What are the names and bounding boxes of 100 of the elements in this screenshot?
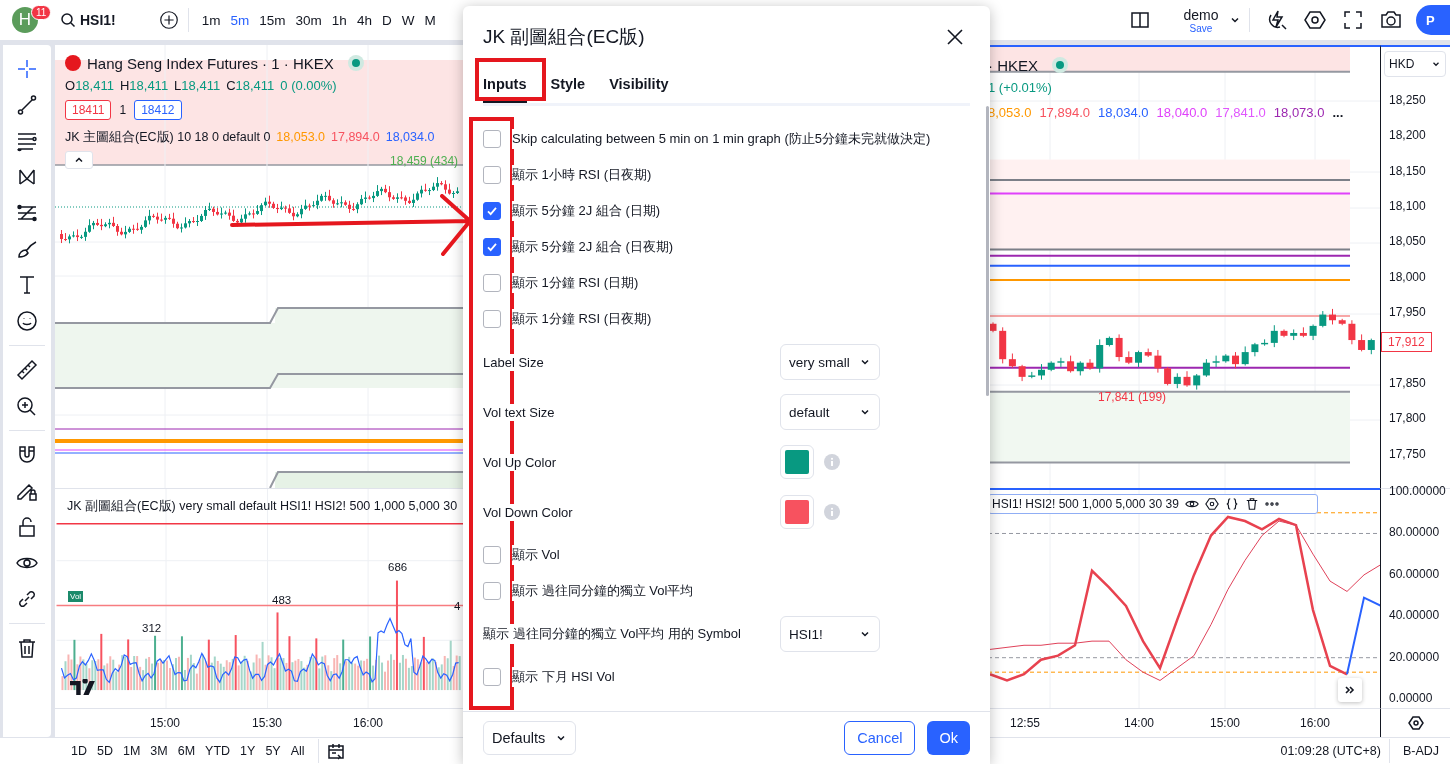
field-label: 顯示 過往同分鐘的獨立 Vol平均 用的 Symbol: [483, 624, 741, 644]
symbol-search-button[interactable]: HSI1!: [60, 12, 116, 28]
range-button[interactable]: 5Y: [260, 741, 286, 761]
range-button[interactable]: 1Y: [235, 741, 261, 761]
interval-button[interactable]: 1h: [326, 8, 352, 32]
volume-label: 312: [142, 622, 162, 634]
range-button[interactable]: 3M: [145, 741, 173, 761]
checkbox[interactable]: [483, 238, 501, 256]
indicator-value: 18,040.0: [1156, 104, 1208, 120]
checkbox[interactable]: [483, 202, 501, 220]
time-label: 16:00: [352, 716, 384, 730]
axis-tick-label: 18,050: [1389, 234, 1426, 249]
trend-line-icon[interactable]: [15, 93, 39, 117]
low-price-label: 17,841 (199): [1098, 390, 1167, 404]
ok-button[interactable]: Ok: [927, 721, 970, 755]
sell-button[interactable]: 18411: [65, 100, 112, 120]
settings-icon[interactable]: [1204, 497, 1219, 511]
notification-badge: 11: [31, 5, 52, 20]
checkbox[interactable]: [483, 130, 501, 148]
cancel-button[interactable]: Cancel: [844, 721, 916, 755]
layout-name[interactable]: demo: [1183, 6, 1219, 23]
indicator-value: 17,894.0: [331, 130, 380, 144]
dialog-tab[interactable]: Visibility: [609, 68, 669, 103]
calendar-icon[interactable]: [326, 742, 345, 760]
dialog-tab[interactable]: Inputs: [483, 68, 527, 103]
interval-button[interactable]: M: [419, 8, 441, 32]
buy-button[interactable]: 18412: [134, 100, 182, 120]
axis-tick-label: 18,150: [1389, 163, 1426, 178]
range-button[interactable]: 6M: [172, 741, 201, 761]
axis-tick-label: 17,750: [1389, 446, 1426, 461]
checkbox[interactable]: [483, 274, 501, 292]
range-button[interactable]: 5D: [92, 741, 118, 761]
interval-button[interactable]: 15m: [254, 8, 291, 32]
axis-tick-label: 20.00000: [1389, 649, 1440, 664]
volume-label: 483: [272, 594, 292, 606]
dialog-tab[interactable]: Style: [550, 68, 586, 103]
scroll-to-latest-button[interactable]: [1338, 678, 1362, 702]
indicator-value: 18,034.0: [1098, 104, 1149, 120]
chevrons-icon: [1344, 684, 1356, 696]
checkbox[interactable]: [483, 582, 501, 600]
checkbox-label: 顯示 1分鐘 RSI (日夜期): [512, 309, 652, 329]
checkbox[interactable]: [483, 310, 501, 328]
ohlc-value: L18,411: [174, 77, 221, 93]
code-braces-icon[interactable]: [1224, 497, 1239, 511]
settings-icon[interactable]: [1407, 715, 1424, 731]
candlestick: [1057, 357, 1065, 368]
axis-tick-label: 17,850: [1389, 375, 1426, 390]
market-open-icon: [1056, 61, 1064, 69]
save-link[interactable]: Save: [1189, 22, 1213, 34]
range-button[interactable]: All: [285, 741, 310, 761]
range-button[interactable]: 1M: [117, 741, 146, 761]
emoji-icon[interactable]: [15, 309, 39, 333]
ruler-icon[interactable]: [15, 358, 39, 382]
checkbox-label: 顯示 1分鐘 RSI (日期): [512, 273, 639, 293]
volume-label: 4: [454, 600, 461, 612]
interval-button[interactable]: 30m: [290, 8, 327, 32]
checkbox-label: 顯示 1小時 RSI (日夜期): [512, 165, 652, 185]
market-open-icon: [351, 59, 360, 67]
axis-tick-label: 60.00000: [1389, 566, 1440, 581]
select-dropdown[interactable]: default: [780, 394, 880, 430]
collapse-legend-button[interactable]: [65, 151, 93, 169]
candlestick: [1096, 338, 1104, 374]
crosshair-icon[interactable]: [15, 57, 39, 81]
publish-button[interactable]: P: [1416, 5, 1450, 35]
checkbox[interactable]: [483, 546, 501, 564]
checkbox-label: 顯示 Vol: [512, 545, 560, 565]
adjustment-button[interactable]: B-ADJ: [1397, 741, 1444, 761]
close-icon[interactable]: [945, 27, 965, 47]
select-dropdown[interactable]: HSI1!: [780, 616, 880, 652]
axis-tick-label: 17,800: [1389, 411, 1426, 426]
range-button[interactable]: YTD: [200, 741, 236, 761]
checkbox-label: 顯示 5分鐘 2J 組合 (日期): [512, 201, 661, 221]
interval-button[interactable]: D: [376, 8, 397, 32]
currency-dropdown[interactable]: HKD: [1384, 51, 1446, 77]
range-button[interactable]: 1D: [66, 741, 92, 761]
interval-button[interactable]: 1m: [196, 8, 226, 32]
candlestick: [1348, 319, 1356, 345]
interval-button[interactable]: 4h: [351, 8, 377, 32]
checkbox[interactable]: [483, 166, 501, 184]
interval-button[interactable]: 5m: [225, 8, 255, 32]
scrollbar[interactable]: [986, 106, 989, 396]
delete-icon[interactable]: [1244, 497, 1259, 511]
checkbox-label: 顯示 過往同分鐘的獨立 Vol平均: [512, 581, 694, 601]
symbol-title: · HKEX: [988, 56, 1038, 74]
time-label: 15:00: [1209, 716, 1241, 730]
defaults-dropdown[interactable]: Defaults: [483, 721, 577, 755]
indicator-legend: HSI1! HSI2! 500 1,000 5,000 30 39: [992, 497, 1179, 511]
interval-button[interactable]: W: [396, 8, 420, 32]
candlestick: [1154, 349, 1162, 374]
fullscreen-icon[interactable]: [1341, 8, 1365, 32]
ohlc-value: O18,411: [65, 77, 114, 93]
time-label: 15:30: [251, 716, 283, 730]
time-label: 15:00: [149, 716, 181, 730]
checkbox[interactable]: [483, 668, 501, 686]
time-label: 16:00: [1299, 716, 1331, 730]
axis-tick-label: 80.00000: [1389, 525, 1440, 540]
add-symbol-icon[interactable]: [157, 9, 180, 31]
select-dropdown[interactable]: very small: [780, 344, 880, 380]
settings-icon[interactable]: [1303, 8, 1327, 32]
axis-tick-label: 40.00000: [1389, 608, 1440, 623]
